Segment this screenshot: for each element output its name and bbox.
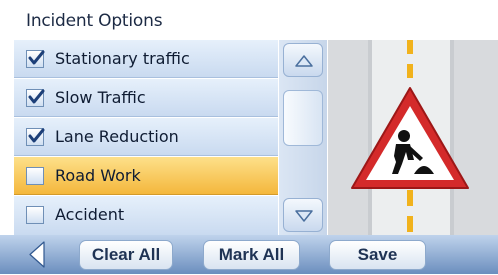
list-item-lane-reduction[interactable]: Lane Reduction	[14, 118, 278, 156]
clear-all-button[interactable]: Clear All	[79, 240, 173, 270]
item-label: Slow Traffic	[55, 88, 146, 107]
list-item-slow-traffic[interactable]: Slow Traffic	[14, 79, 278, 117]
scroll-down-button[interactable]	[283, 198, 323, 232]
mark-all-button[interactable]: Mark All	[203, 240, 300, 270]
item-label: Accident	[55, 205, 125, 224]
back-button[interactable]	[14, 238, 66, 271]
item-label: Road Work	[55, 166, 141, 185]
scroll-thumb[interactable]	[283, 90, 323, 146]
save-button[interactable]: Save	[329, 240, 426, 270]
list-item-accident[interactable]: Accident	[14, 196, 278, 235]
checkbox-slow-traffic[interactable]	[26, 89, 45, 107]
back-arrow-icon	[29, 241, 45, 268]
page-title: Incident Options	[26, 11, 163, 31]
checkmark-icon	[28, 50, 45, 65]
incident-list: Stationary traffic Slow Traffic Lane Red…	[14, 40, 278, 235]
list-item-road-work[interactable]: Road Work	[14, 157, 278, 195]
checkbox-road-work[interactable]	[26, 167, 44, 185]
scroll-up-button[interactable]	[283, 43, 323, 77]
header: Incident Options	[0, 0, 498, 40]
triangle-down-icon	[295, 210, 313, 222]
item-label: Stationary traffic	[55, 49, 190, 68]
incident-preview	[328, 40, 498, 235]
checkbox-lane-reduction[interactable]	[26, 128, 45, 146]
item-label: Lane Reduction	[55, 127, 179, 146]
checkbox-accident[interactable]	[26, 206, 44, 224]
checkmark-icon	[28, 89, 45, 104]
checkmark-icon	[28, 128, 45, 143]
list-item-stationary-traffic[interactable]: Stationary traffic	[14, 40, 278, 78]
bottom-toolbar: Clear All Mark All Save	[0, 235, 498, 274]
triangle-up-icon	[295, 55, 313, 67]
scrollbar[interactable]	[279, 40, 327, 235]
road-work-warning-sign-icon	[328, 40, 498, 235]
checkbox-stationary-traffic[interactable]	[26, 50, 45, 68]
